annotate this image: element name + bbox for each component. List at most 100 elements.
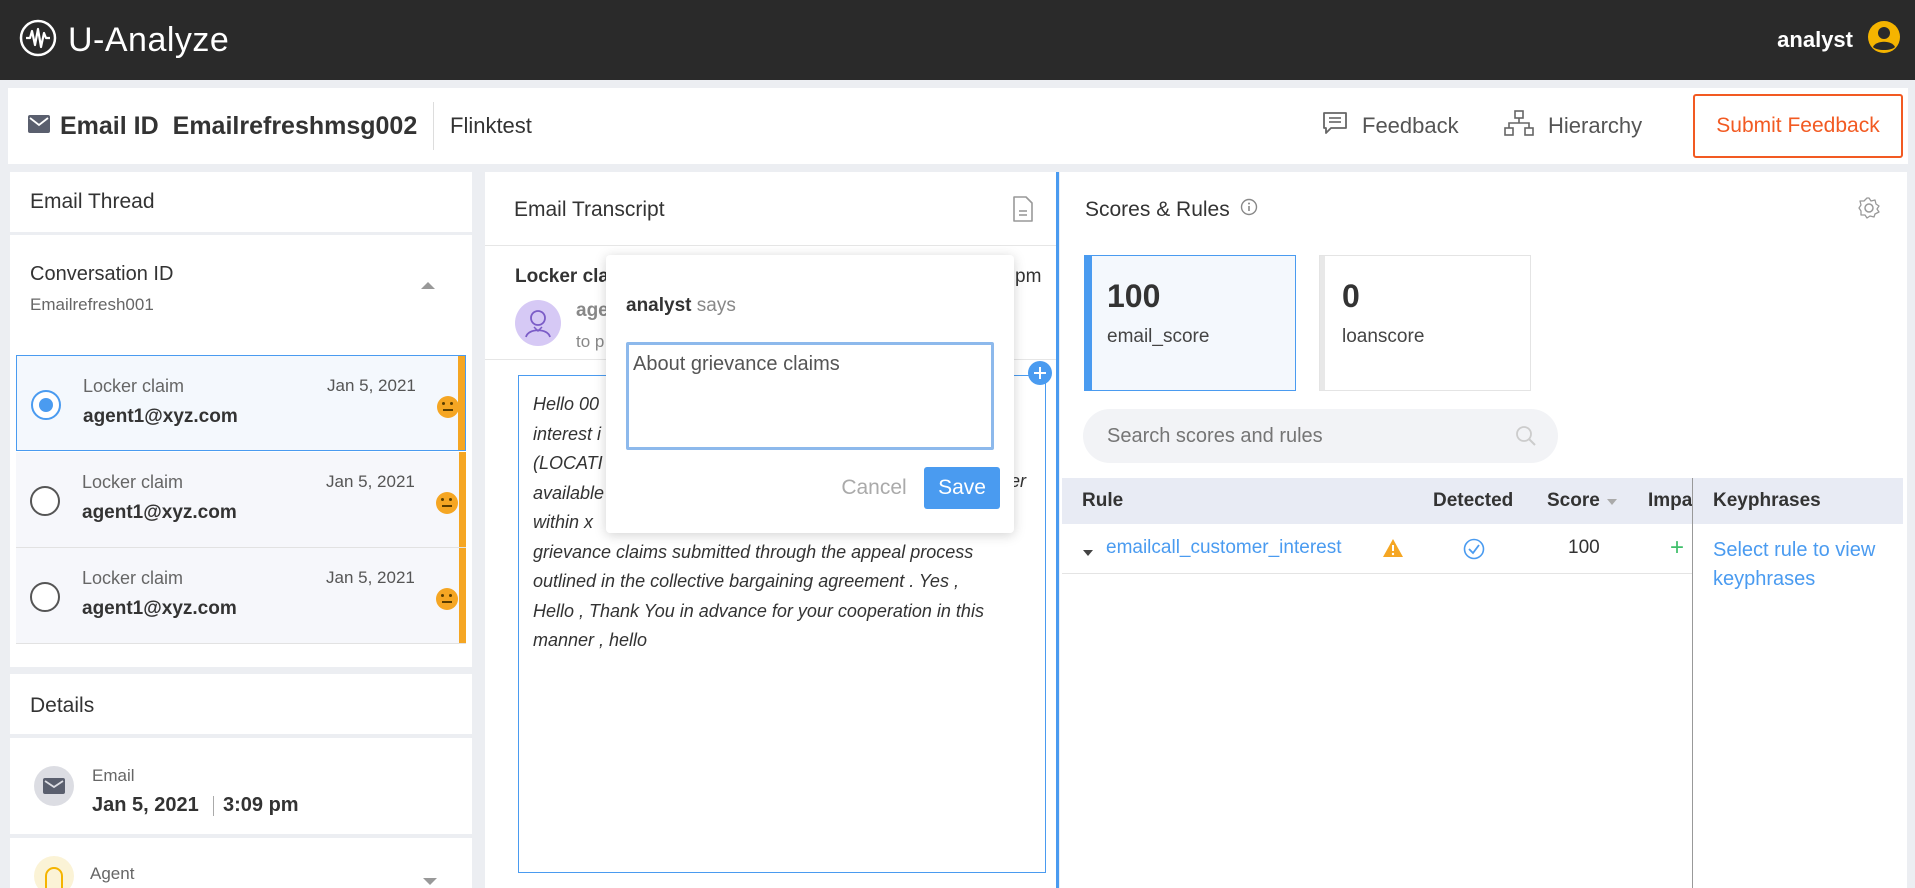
settings-icon[interactable] (1857, 196, 1881, 225)
thread-radio[interactable] (31, 390, 61, 420)
column-detected[interactable]: Detected (1433, 478, 1513, 524)
column-impact[interactable]: Impa (1648, 478, 1692, 524)
thread-item[interactable]: Locker claim Jan 5, 2021 agent1@xyz.com (16, 355, 466, 451)
neutral-face-icon (436, 492, 458, 514)
email-id-section: Email ID Emailrefreshmsg002 (28, 88, 417, 164)
rule-impact: + (1670, 534, 1685, 561)
thread-from: agent1@xyz.com (82, 598, 237, 619)
comment-author-line: analyst says (626, 295, 736, 317)
score-card-accent (1085, 256, 1092, 390)
keyphrases-divider (1692, 478, 1693, 888)
comment-popup: analyst says About grievance claims Canc… (606, 255, 1014, 533)
score-card[interactable]: 0 loanscore (1319, 255, 1531, 391)
panel-splitter[interactable] (1056, 172, 1059, 888)
feedback-label: Feedback (1362, 113, 1459, 138)
search-icon[interactable] (1515, 425, 1537, 452)
hierarchy-button[interactable]: Hierarchy (1504, 88, 1642, 164)
thread-date: Jan 5, 2021 (327, 376, 416, 395)
thread-from: agent1@xyz.com (83, 406, 238, 427)
details-header: Details (10, 674, 472, 734)
caret-down-icon[interactable] (1082, 544, 1094, 562)
scores-rules-title: Scores & Rules (1085, 198, 1258, 222)
column-keyphrases: Keyphrases (1713, 490, 1821, 511)
email-to: to p (576, 332, 605, 351)
conversation-id-label: Conversation ID (30, 263, 174, 285)
neutral-face-icon (437, 396, 459, 418)
document-icon[interactable] (1012, 196, 1034, 227)
rules-table-header: Rule Detected Score Impa (1062, 478, 1692, 524)
email-thread-title: Email Thread (30, 190, 155, 213)
transcript-divider (485, 245, 1057, 246)
sentiment-bar (459, 452, 466, 547)
email-id-label: Email ID (60, 111, 159, 140)
add-comment-icon[interactable] (1027, 360, 1053, 391)
details-email-label: Email (92, 766, 135, 785)
sentiment-bar (459, 548, 466, 643)
details-email-row: Email Jan 5, 2021 3:09 pm (10, 738, 472, 834)
comment-says: says (696, 295, 736, 316)
score-card[interactable]: 100 email_score (1084, 255, 1296, 391)
sentiment-bar (458, 356, 465, 450)
app-logo[interactable]: U-Analyze (18, 18, 229, 63)
transcript-line: outlined in the collective bargaining ag… (533, 571, 959, 591)
rule-score: 100 (1568, 537, 1600, 558)
keyphrases-header: Keyphrases (1693, 478, 1903, 524)
feedback-icon (1322, 111, 1348, 141)
score-name: email_score (1107, 326, 1210, 347)
column-score-label: Score (1547, 490, 1600, 511)
hierarchy-label: Hierarchy (1548, 113, 1643, 138)
details-email-time: 3:09 pm (223, 794, 299, 816)
info-icon[interactable] (1240, 198, 1258, 222)
chevron-up-icon[interactable] (420, 277, 436, 295)
score-value: 100 (1107, 278, 1161, 314)
email-id-value: Emailrefreshmsg002 (172, 111, 418, 140)
thread-subject: Locker claim (83, 376, 185, 396)
thread-subject: Locker claim (82, 568, 184, 588)
save-button[interactable]: Save (924, 467, 1000, 509)
thread-radio[interactable] (30, 486, 60, 516)
transcript-line: manner , hello (533, 630, 648, 650)
details-agent-label: Agent (90, 864, 135, 883)
cancel-button[interactable]: Cancel (824, 468, 924, 508)
thread-radio[interactable] (30, 582, 60, 612)
user-avatar-icon[interactable] (1867, 20, 1901, 59)
comment-textarea[interactable]: About grievance claims (626, 342, 994, 450)
envelope-icon (34, 766, 74, 811)
thread-from: agent1@xyz.com (82, 502, 237, 523)
score-value: 0 (1342, 278, 1360, 314)
user-menu[interactable]: analyst (1777, 20, 1901, 59)
table-row[interactable]: emailcall_customer_interest 100 + (1062, 524, 1692, 574)
details-title: Details (30, 694, 95, 717)
email-time: pm (1015, 266, 1042, 287)
scores-rules-title-text: Scores & Rules (1085, 198, 1230, 221)
email-subject: Locker cla (515, 266, 609, 287)
feedback-button[interactable]: Feedback (1322, 88, 1459, 164)
envelope-icon (28, 114, 50, 138)
app-title: U-Analyze (68, 21, 230, 59)
thread-item[interactable]: Locker claim Jan 5, 2021 agent1@xyz.com (16, 548, 466, 644)
transcript-line: grievance claims submitted through the a… (533, 541, 974, 562)
rule-name[interactable]: emailcall_customer_interest (1106, 537, 1342, 559)
submit-feedback-button[interactable]: Submit Feedback (1693, 94, 1903, 158)
sort-down-icon[interactable] (1606, 490, 1618, 512)
column-rule[interactable]: Rule (1082, 478, 1123, 524)
keyphrases-hint[interactable]: Select rule to view keyphrases (1713, 536, 1893, 594)
column-score[interactable]: Score (1547, 478, 1618, 524)
date-time-divider (213, 796, 214, 816)
thread-date: Jan 5, 2021 (326, 472, 415, 491)
header-divider (433, 102, 434, 150)
scores-search (1083, 409, 1558, 463)
score-card-accent (1320, 256, 1325, 390)
user-name: analyst (1777, 26, 1853, 52)
waveform-logo-icon (18, 18, 58, 63)
email-thread-panel: Conversation ID Emailrefresh001 Locker c… (10, 235, 472, 667)
hierarchy-icon (1504, 110, 1534, 142)
agent-avatar-icon (515, 300, 561, 351)
search-input[interactable] (1107, 409, 1507, 463)
neutral-face-icon (436, 588, 458, 610)
thread-item[interactable]: Locker claim Jan 5, 2021 agent1@xyz.com (16, 452, 466, 548)
chevron-down-icon[interactable] (422, 874, 438, 888)
top-bar: U-Analyze analyst (0, 0, 1915, 80)
header-bar: Email ID Emailrefreshmsg002 Flinktest Fe… (8, 88, 1908, 164)
agent-icon (34, 856, 74, 888)
